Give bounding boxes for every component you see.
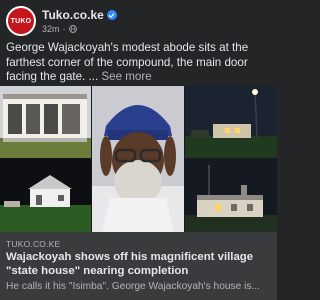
house-photo-icon [0, 86, 91, 158]
link-headline[interactable]: Wajackoyah shows off his magnificent vil… [6, 251, 271, 278]
link-description: He calls it his "Isimba". George Wajacko… [6, 281, 260, 292]
post-header: TUKO Tuko.co.ke 32m · [6, 5, 117, 37]
photo-night-house-2[interactable] [185, 159, 277, 232]
see-more-link[interactable]: See more [101, 70, 151, 83]
post-subline: 32m · [42, 24, 117, 34]
post-caption: George Wajackoyah's modest abode sits at… [6, 41, 274, 85]
link-domain: TUKO.CO.KE [6, 239, 61, 249]
feed-post: TUKO Tuko.co.ke 32m · George Wajackoyah'… [0, 0, 277, 300]
photo-house-1[interactable] [0, 86, 91, 158]
house-photo-icon-2 [0, 159, 91, 232]
photo-house-2[interactable] [0, 159, 91, 232]
photo-grid [0, 86, 277, 232]
photo-night-house-1[interactable] [185, 86, 277, 158]
page-name[interactable]: Tuko.co.ke [42, 8, 104, 22]
globe-icon [68, 25, 77, 33]
avatar[interactable]: TUKO [6, 6, 36, 36]
verified-badge-icon [106, 10, 117, 20]
page-name-row: Tuko.co.ke [42, 8, 117, 22]
separator-dot: · [62, 24, 66, 34]
portrait-photo-icon [92, 86, 184, 232]
night-house-photo-icon [185, 86, 277, 158]
avatar-logo-text: TUKO [10, 17, 32, 25]
post-time[interactable]: 32m [42, 24, 60, 34]
night-house-photo-icon-2 [185, 159, 277, 232]
post-meta: Tuko.co.ke 32m · [42, 8, 117, 34]
link-preview-card[interactable]: TUKO.CO.KE Wajackoyah shows off his magn… [0, 232, 277, 300]
photo-portrait[interactable] [92, 86, 184, 232]
